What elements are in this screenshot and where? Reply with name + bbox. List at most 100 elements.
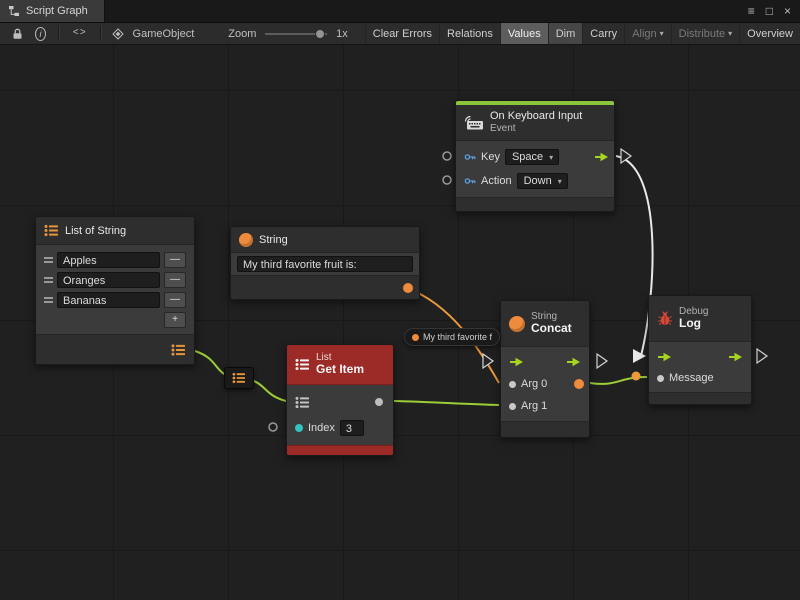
list-value-bubble [224,367,254,389]
node-concat[interactable]: String Concat Arg 0 [500,300,590,438]
node-subtitle: Event [490,123,582,135]
list-item-field[interactable]: Bananas [57,292,160,308]
key-icon [464,151,476,163]
drag-handle-icon[interactable] [44,257,53,263]
string-preview-text: My third favorite fr... [423,332,492,342]
list-icon [44,224,59,237]
concat-flow-out-triangle[interactable] [597,354,607,368]
align-button[interactable]: Align ▾ [624,22,670,45]
flow-input-arrow-icon[interactable] [657,352,672,362]
message-label: Message [669,372,714,384]
align-label: Align [632,28,656,40]
dim-button[interactable]: Dim [548,22,583,45]
zoom-slider[interactable] [265,33,327,35]
tab-script-graph[interactable]: Script Graph [0,0,105,22]
flow-output-arrow-icon[interactable] [728,352,743,362]
window-controls: ≡ □ × [748,0,800,22]
key-icon [464,175,476,187]
node-title: Get Item [316,363,364,377]
add-item-button[interactable]: + [164,312,186,328]
toolbar-separator [58,26,60,41]
index-field[interactable]: 3 [340,420,364,436]
key-port-ring[interactable] [443,152,451,160]
window-menu-icon[interactable]: ≡ [748,0,755,22]
log-flow-out-triangle[interactable] [757,349,767,363]
chevron-down-icon: ▾ [558,175,562,188]
clear-errors-button[interactable]: Clear Errors [365,22,439,45]
zoom-value: 1x [336,28,348,40]
carry-button[interactable]: Carry [582,22,624,45]
info-icon[interactable]: i [35,27,46,41]
string-value-field[interactable]: My third favorite fruit is: [237,256,413,272]
list-item-row: Oranges — [44,270,186,289]
node-list-of-string[interactable]: List of String Apples — Oranges — Banana… [35,216,195,365]
list-output-port[interactable] [171,343,186,356]
node-debug-log[interactable]: Debug Log Message [648,295,752,405]
list-icon [232,372,246,384]
node-title: List of String [65,225,126,237]
key-value: Space [512,151,543,164]
tab-title: Script Graph [26,5,88,17]
key-label: Key [481,151,500,163]
node-string-literal[interactable]: String My third favorite fruit is: [230,226,420,300]
gameobject-label: GameObject [133,28,195,40]
zoom-slider-handle[interactable] [315,29,325,39]
string-value-dot [632,372,641,381]
key-dropdown[interactable]: Space ▾ [505,149,559,165]
node-get-item[interactable]: List Get Item Index 3 [286,344,394,456]
list-icon [295,358,310,371]
index-input-port[interactable] [295,424,303,432]
arg1-label: Arg 1 [521,400,547,412]
bug-icon [657,311,673,326]
node-on-keyboard-input[interactable]: On Keyboard Input Event Key Space ▾ [455,100,615,212]
drag-handle-icon[interactable] [44,297,53,303]
chevron-down-icon: ▾ [660,29,664,38]
action-port-ring[interactable] [443,176,451,184]
item-output-port[interactable] [375,398,383,406]
string-type-icon [412,334,419,341]
list-item-field[interactable]: Oranges [57,272,160,288]
drag-handle-icon[interactable] [44,277,53,283]
flow-output-arrow-icon[interactable] [566,357,581,367]
arg1-input-port[interactable] [509,403,516,410]
close-icon[interactable]: × [784,0,791,22]
action-dropdown[interactable]: Down ▾ [517,173,568,189]
unity-script-graph-window: Script Graph ≡ □ × i <> GameObject Zoom [0,0,800,600]
list-item-field[interactable]: Apples [57,252,160,268]
code-view-icon[interactable]: <> [73,28,87,39]
remove-item-button[interactable]: — [164,272,186,288]
keyboard-icon [464,115,484,130]
string-value-tooltip: My third favorite fr... [404,328,500,346]
result-output-port[interactable] [574,379,584,389]
node-title: Log [679,317,708,331]
chevron-down-icon: ▾ [549,151,553,164]
wire-getitem-to-concat[interactable] [394,401,499,405]
chevron-down-icon: ▾ [728,29,732,38]
list-input-port[interactable] [295,396,310,409]
list-item-row: Apples — [44,250,186,269]
graph-toolbar: i <> GameObject Zoom 1x Clear Errors Rel… [0,22,800,45]
index-port-ring[interactable] [269,423,277,431]
maximize-icon[interactable]: □ [766,0,773,22]
lock-icon[interactable] [12,28,23,40]
distribute-button[interactable]: Distribute ▾ [671,22,739,45]
overview-button[interactable]: Overview [739,22,800,45]
arg0-input-port[interactable] [509,381,516,388]
graph-canvas[interactable]: List of String Apples — Oranges — Banana… [0,45,800,600]
gameobject-icon [112,28,124,40]
index-label: Index [308,422,335,434]
string-type-icon [239,233,253,247]
flow-output-arrow-icon[interactable] [594,152,609,162]
remove-item-button[interactable]: — [164,252,186,268]
arg0-label: Arg 0 [521,378,547,390]
tab-bar: Script Graph ≡ □ × [0,0,800,22]
message-input-port[interactable] [657,375,664,382]
string-output-port[interactable] [403,283,413,293]
relations-button[interactable]: Relations [439,22,500,45]
remove-item-button[interactable]: — [164,292,186,308]
zoom-label: Zoom [228,28,256,40]
values-button[interactable]: Values [500,22,548,45]
node-title: String [259,234,288,246]
node-title: On Keyboard Input [490,110,582,123]
flow-input-arrow-icon[interactable] [509,357,524,367]
